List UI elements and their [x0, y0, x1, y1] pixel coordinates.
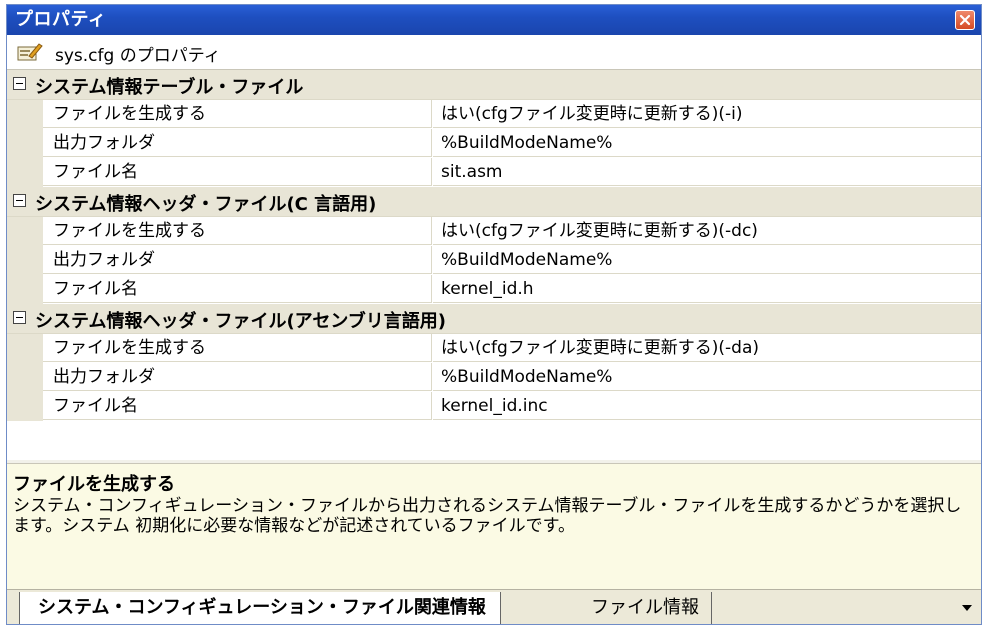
collapse-icon[interactable]: [13, 311, 26, 324]
close-icon: [959, 14, 971, 26]
window-title: プロパティ: [15, 9, 107, 30]
row-margin: [7, 217, 43, 246]
property-row[interactable]: 出力フォルダ %BuildModeName%: [7, 246, 981, 275]
property-value[interactable]: %BuildModeName%: [433, 363, 981, 391]
property-row[interactable]: ファイル名 kernel_id.h: [7, 275, 981, 304]
tab-system-configuration-file-info[interactable]: システム・コンフィギュレーション・ファイル関連情報: [19, 592, 501, 624]
property-row[interactable]: ファイルを生成する はい(cfgファイル変更時に更新する)(-i): [7, 100, 981, 129]
property-name: ファイルを生成する: [43, 100, 432, 128]
row-margin: [7, 334, 43, 363]
tab-menu-dropdown-icon[interactable]: [961, 604, 973, 612]
row-margin: [7, 129, 43, 158]
tab-bar: システム・コンフィギュレーション・ファイル関連情報 ファイル情報: [7, 589, 981, 624]
property-value[interactable]: %BuildModeName%: [433, 246, 981, 274]
close-button[interactable]: [955, 10, 975, 30]
property-value[interactable]: はい(cfgファイル変更時に更新する)(-dc): [433, 217, 981, 245]
category-label: システム情報テーブル・ファイル: [35, 77, 304, 98]
property-row[interactable]: ファイル名 kernel_id.inc: [7, 392, 981, 421]
properties-file-icon: [17, 43, 43, 61]
tab-file-info[interactable]: ファイル情報: [579, 592, 712, 624]
category-label: システム情報ヘッダ・ファイル(アセンブリ言語用): [35, 311, 447, 332]
description-body: システム・コンフィギュレーション・ファイルから出力されるシステム情報テーブル・フ…: [13, 496, 962, 536]
property-value[interactable]: はい(cfgファイル変更時に更新する)(-i): [433, 100, 981, 128]
property-name: ファイルを生成する: [43, 334, 432, 362]
row-margin: [7, 100, 43, 129]
row-margin: [7, 392, 43, 421]
property-grid: システム情報テーブル・ファイル ファイルを生成する はい(cfgファイル変更時に…: [7, 70, 981, 460]
properties-window: プロパティ sys.cfg のプロパティ システム情報テーブル・ファイル ファイ…: [6, 4, 982, 625]
property-value[interactable]: kernel_id.h: [433, 275, 981, 303]
row-margin: [7, 158, 43, 187]
description-panel: ファイルを生成する システム・コンフィギュレーション・ファイルから出力されるシス…: [7, 463, 981, 590]
property-value[interactable]: kernel_id.inc: [433, 392, 981, 420]
title-bar: プロパティ: [7, 5, 981, 35]
property-row[interactable]: ファイルを生成する はい(cfgファイル変更時に更新する)(-da): [7, 334, 981, 363]
property-value[interactable]: %BuildModeName%: [433, 129, 981, 157]
row-margin: [7, 275, 43, 304]
category-label: システム情報ヘッダ・ファイル(C 言語用): [35, 194, 377, 215]
property-row[interactable]: ファイルを生成する はい(cfgファイル変更時に更新する)(-dc): [7, 217, 981, 246]
property-name: 出力フォルダ: [43, 129, 432, 157]
property-row[interactable]: 出力フォルダ %BuildModeName%: [7, 129, 981, 158]
property-row[interactable]: 出力フォルダ %BuildModeName%: [7, 363, 981, 392]
property-name: ファイル名: [43, 158, 432, 186]
property-name: ファイル名: [43, 392, 432, 420]
property-value[interactable]: sit.asm: [433, 158, 981, 186]
property-name: ファイルを生成する: [43, 217, 432, 245]
property-header: sys.cfg のプロパティ: [7, 35, 981, 70]
collapse-icon[interactable]: [13, 194, 26, 207]
property-name: 出力フォルダ: [43, 246, 432, 274]
property-name: 出力フォルダ: [43, 363, 432, 391]
property-target-caption: sys.cfg のプロパティ: [55, 46, 221, 66]
property-row[interactable]: ファイル名 sit.asm: [7, 158, 981, 187]
category-system-info-table[interactable]: システム情報テーブル・ファイル: [7, 70, 981, 100]
row-margin: [7, 363, 43, 392]
property-value[interactable]: はい(cfgファイル変更時に更新する)(-da): [433, 334, 981, 362]
description-title: ファイルを生成する: [13, 474, 175, 495]
collapse-icon[interactable]: [13, 77, 26, 90]
property-name: ファイル名: [43, 275, 432, 303]
row-margin: [7, 246, 43, 275]
category-header-file-asm[interactable]: システム情報ヘッダ・ファイル(アセンブリ言語用): [7, 304, 981, 334]
category-header-file-c[interactable]: システム情報ヘッダ・ファイル(C 言語用): [7, 187, 981, 217]
